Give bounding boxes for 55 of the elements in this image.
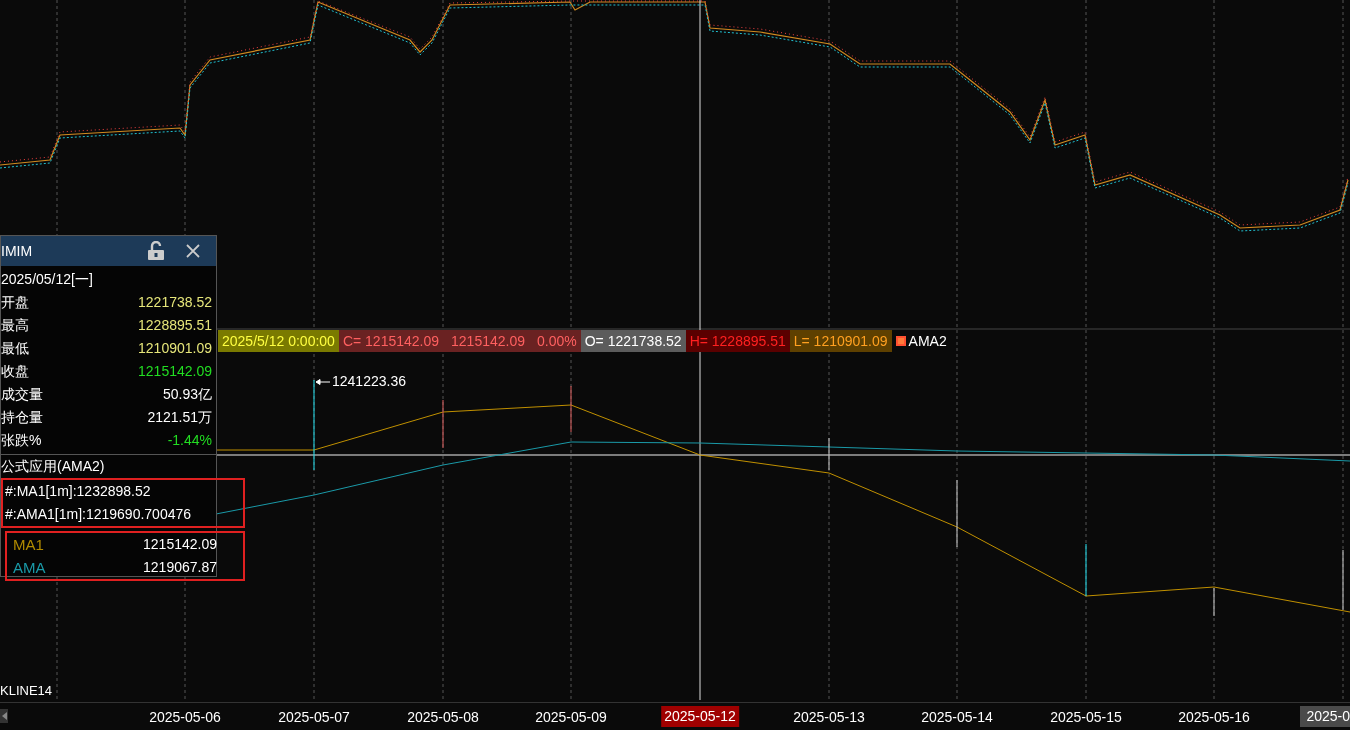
field-label: 成交量 [1, 385, 43, 404]
unlock-icon[interactable] [146, 241, 166, 261]
field-value: 1221738.52 [138, 293, 212, 312]
legend-square-icon [895, 336, 906, 346]
close-field: 0.00% [537, 330, 577, 352]
field-value: 1228895.51 [138, 316, 212, 335]
date-label: 2025-05-06 [149, 708, 221, 727]
field-label: 最低 [1, 339, 29, 358]
date-field: 2025/5/12 0:00:00 [218, 330, 339, 352]
close-icon[interactable] [186, 244, 200, 258]
cursor-date-label: 2025-05-12 [661, 706, 739, 727]
popup-date: 2025/05/12[一] [1, 270, 94, 289]
edge-date-label: 2025-0 [1300, 706, 1350, 727]
date-label: 2025-05-09 [535, 708, 607, 727]
line-value: 1215142.09 [143, 535, 217, 554]
spike-line [570, 385, 572, 433]
pane-label: KLINE14 [0, 682, 53, 700]
spike-line [1085, 543, 1087, 597]
field-value: 1215142.09 [138, 362, 212, 381]
field-label: 开盘 [1, 293, 29, 312]
date-label: 2025-05-08 [407, 708, 479, 727]
field-value: 50.93亿 [162, 385, 212, 404]
indicator-name: AMA2 [908, 331, 947, 351]
field-label: 收盘 [1, 362, 29, 381]
field-label: 张跌% [1, 431, 42, 450]
formula-title: 公式应用(AMA2) [1, 457, 106, 476]
line-value: 1219067.87 [143, 558, 217, 577]
open-field: O= 1221738.52 [580, 330, 686, 352]
close-field: C= 1215142.09 [342, 330, 440, 352]
field-label: 最高 [1, 316, 29, 335]
spike-line [1342, 549, 1344, 611]
date-label: 2025-05-15 [1050, 708, 1122, 727]
field-value: -1.44% [167, 431, 212, 450]
formula-parameter: #:AMA1[1m]:1219690.700476 [5, 505, 193, 524]
scroll-left-button[interactable] [0, 709, 8, 723]
field-label: 持仓量 [1, 408, 43, 427]
field-value: 2121.51万 [147, 408, 212, 427]
arrow-left-icon [316, 378, 330, 385]
spike-line [956, 479, 958, 548]
close-field: 1215142.09 [451, 330, 525, 352]
date-label: 2025-05-07 [278, 708, 350, 727]
date-label: 2025-05-14 [921, 708, 993, 727]
peak-value-label: 1241223.36 [332, 372, 406, 391]
formula-parameter: #:MA1[1m]:1232898.52 [5, 482, 152, 501]
spike-line [442, 399, 444, 449]
low-field: L= 1210901.09 [789, 330, 892, 352]
spike-line [828, 437, 830, 471]
line-name: AMA [13, 558, 46, 577]
field-value: 1210901.09 [138, 339, 212, 358]
line-name: MA1 [13, 535, 44, 554]
date-label: 2025-05-16 [1178, 708, 1250, 727]
spike-line [1213, 587, 1215, 617]
date-label: 2025-05-13 [793, 708, 865, 727]
high-field: H= 1228895.51 [685, 330, 790, 352]
popup-title: IMIM [1, 241, 33, 261]
